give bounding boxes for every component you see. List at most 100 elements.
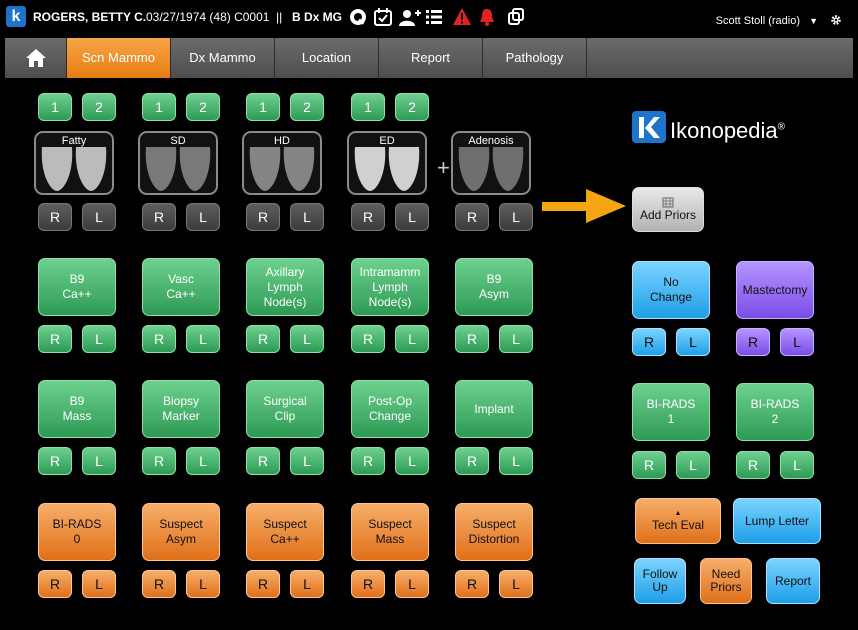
user-menu[interactable]: Scott Stoll (radio) ▼	[716, 15, 818, 27]
row3-finding-button[interactable]: Suspect Ca++	[246, 503, 324, 561]
ikonopedia-logo-icon[interactable]: k	[6, 6, 26, 27]
birads-2-left-button[interactable]: L	[780, 451, 814, 479]
finding-left-button[interactable]: L	[395, 447, 429, 475]
report-button[interactable]: Report	[766, 558, 820, 604]
no-change-right-button[interactable]: R	[632, 328, 666, 356]
finding-left-button[interactable]: L	[186, 570, 220, 598]
finding-right-button[interactable]: R	[38, 570, 72, 598]
add-priors-button[interactable]: Add Priors	[632, 187, 704, 232]
finding-left-button[interactable]: L	[290, 447, 324, 475]
density-right-button[interactable]: R	[351, 203, 385, 231]
density-image-ed[interactable]: ED	[347, 131, 427, 195]
finding-left-button[interactable]: L	[186, 447, 220, 475]
lump-letter-button[interactable]: Lump Letter	[733, 498, 821, 544]
no-change-left-button[interactable]: L	[676, 328, 710, 356]
finding-right-button[interactable]: R	[246, 570, 280, 598]
row1-finding-button[interactable]: Axillary Lymph Node(s)	[246, 258, 324, 316]
tech-eval-button[interactable]: ▲ Tech Eval	[635, 498, 721, 544]
density-left-button[interactable]: L	[186, 203, 220, 231]
view-2-button[interactable]: 2	[395, 93, 429, 121]
finding-right-button[interactable]: R	[38, 325, 72, 353]
finding-right-button[interactable]: R	[455, 447, 489, 475]
finding-right-button[interactable]: R	[142, 570, 176, 598]
view-2-button[interactable]: 2	[186, 93, 220, 121]
view-1-button[interactable]: 1	[38, 93, 72, 121]
density-image-adenosis[interactable]: Adenosis	[451, 131, 531, 195]
finding-left-button[interactable]: L	[395, 570, 429, 598]
row1-finding-button[interactable]: Intramamm Lymph Node(s)	[351, 258, 429, 316]
warning-icon[interactable]	[452, 7, 472, 27]
view-1-button[interactable]: 1	[351, 93, 385, 121]
density-left-button[interactable]: L	[395, 203, 429, 231]
birads-1-left-button[interactable]: L	[676, 451, 710, 479]
finding-right-button[interactable]: R	[142, 447, 176, 475]
calendar-check-icon[interactable]	[373, 7, 393, 27]
row3-finding-button[interactable]: BI-RADS 0	[38, 503, 116, 561]
density-image-fatty[interactable]: Fatty	[34, 131, 114, 195]
home-button[interactable]	[5, 38, 67, 78]
row2-finding-button[interactable]: Biopsy Marker	[142, 380, 220, 438]
density-image-sd[interactable]: SD	[138, 131, 218, 195]
mastectomy-button[interactable]: Mastectomy	[736, 261, 814, 319]
finding-left-button[interactable]: L	[82, 447, 116, 475]
row1-finding-button[interactable]: B9 Asym	[455, 258, 533, 316]
view-2-button[interactable]: 2	[82, 93, 116, 121]
finding-right-button[interactable]: R	[455, 325, 489, 353]
finding-right-button[interactable]: R	[246, 325, 280, 353]
view-1-button[interactable]: 1	[142, 93, 176, 121]
density-right-button[interactable]: R	[38, 203, 72, 231]
density-left-button[interactable]: L	[499, 203, 533, 231]
row1-finding-button[interactable]: Vasc Ca++	[142, 258, 220, 316]
row3-finding-button[interactable]: Suspect Asym	[142, 503, 220, 561]
finding-left-button[interactable]: L	[499, 325, 533, 353]
birads-2-right-button[interactable]: R	[736, 451, 770, 479]
tab-pathology[interactable]: Pathology	[483, 38, 587, 78]
density-left-button[interactable]: L	[82, 203, 116, 231]
finding-left-button[interactable]: L	[290, 570, 324, 598]
tab-report[interactable]: Report	[379, 38, 483, 78]
tab-scn-mammo[interactable]: Scn Mammo	[67, 38, 171, 78]
row1-finding-button[interactable]: B9 Ca++	[38, 258, 116, 316]
copy-icon[interactable]	[506, 7, 526, 27]
finding-right-button[interactable]: R	[246, 447, 280, 475]
tab-dx-mammo[interactable]: Dx Mammo	[171, 38, 275, 78]
bell-icon[interactable]	[477, 7, 497, 27]
mastectomy-left-button[interactable]: L	[780, 328, 814, 356]
finding-left-button[interactable]: L	[186, 325, 220, 353]
finding-right-button[interactable]: R	[351, 325, 385, 353]
row2-finding-button[interactable]: Implant	[455, 380, 533, 438]
follow-up-button[interactable]: Follow Up	[634, 558, 686, 604]
q-icon[interactable]	[348, 7, 368, 27]
row3-finding-button[interactable]: Suspect Mass	[351, 503, 429, 561]
birads-1-button[interactable]: BI-RADS 1	[632, 383, 710, 441]
view-2-button[interactable]: 2	[290, 93, 324, 121]
list-icon[interactable]	[424, 7, 444, 27]
finding-left-button[interactable]: L	[499, 570, 533, 598]
row2-finding-button[interactable]: Surgical Clip	[246, 380, 324, 438]
need-priors-button[interactable]: Need Priors	[700, 558, 752, 604]
finding-left-button[interactable]: L	[499, 447, 533, 475]
birads-1-right-button[interactable]: R	[632, 451, 666, 479]
birads-2-button[interactable]: BI-RADS 2	[736, 383, 814, 441]
finding-left-button[interactable]: L	[290, 325, 324, 353]
finding-right-button[interactable]: R	[455, 570, 489, 598]
finding-right-button[interactable]: R	[351, 447, 385, 475]
tab-location[interactable]: Location	[275, 38, 379, 78]
finding-right-button[interactable]: R	[351, 570, 385, 598]
view-1-button[interactable]: 1	[246, 93, 280, 121]
no-change-button[interactable]: No Change	[632, 261, 710, 319]
finding-left-button[interactable]: L	[82, 570, 116, 598]
gear-icon[interactable]	[830, 14, 842, 26]
finding-left-button[interactable]: L	[82, 325, 116, 353]
finding-left-button[interactable]: L	[395, 325, 429, 353]
row2-finding-button[interactable]: B9 Mass	[38, 380, 116, 438]
finding-right-button[interactable]: R	[142, 325, 176, 353]
add-user-icon[interactable]	[398, 7, 422, 27]
density-left-button[interactable]: L	[290, 203, 324, 231]
density-image-hd[interactable]: HD	[242, 131, 322, 195]
density-right-button[interactable]: R	[246, 203, 280, 231]
row3-finding-button[interactable]: Suspect Distortion	[455, 503, 533, 561]
mastectomy-right-button[interactable]: R	[736, 328, 770, 356]
density-right-button[interactable]: R	[455, 203, 489, 231]
density-right-button[interactable]: R	[142, 203, 176, 231]
